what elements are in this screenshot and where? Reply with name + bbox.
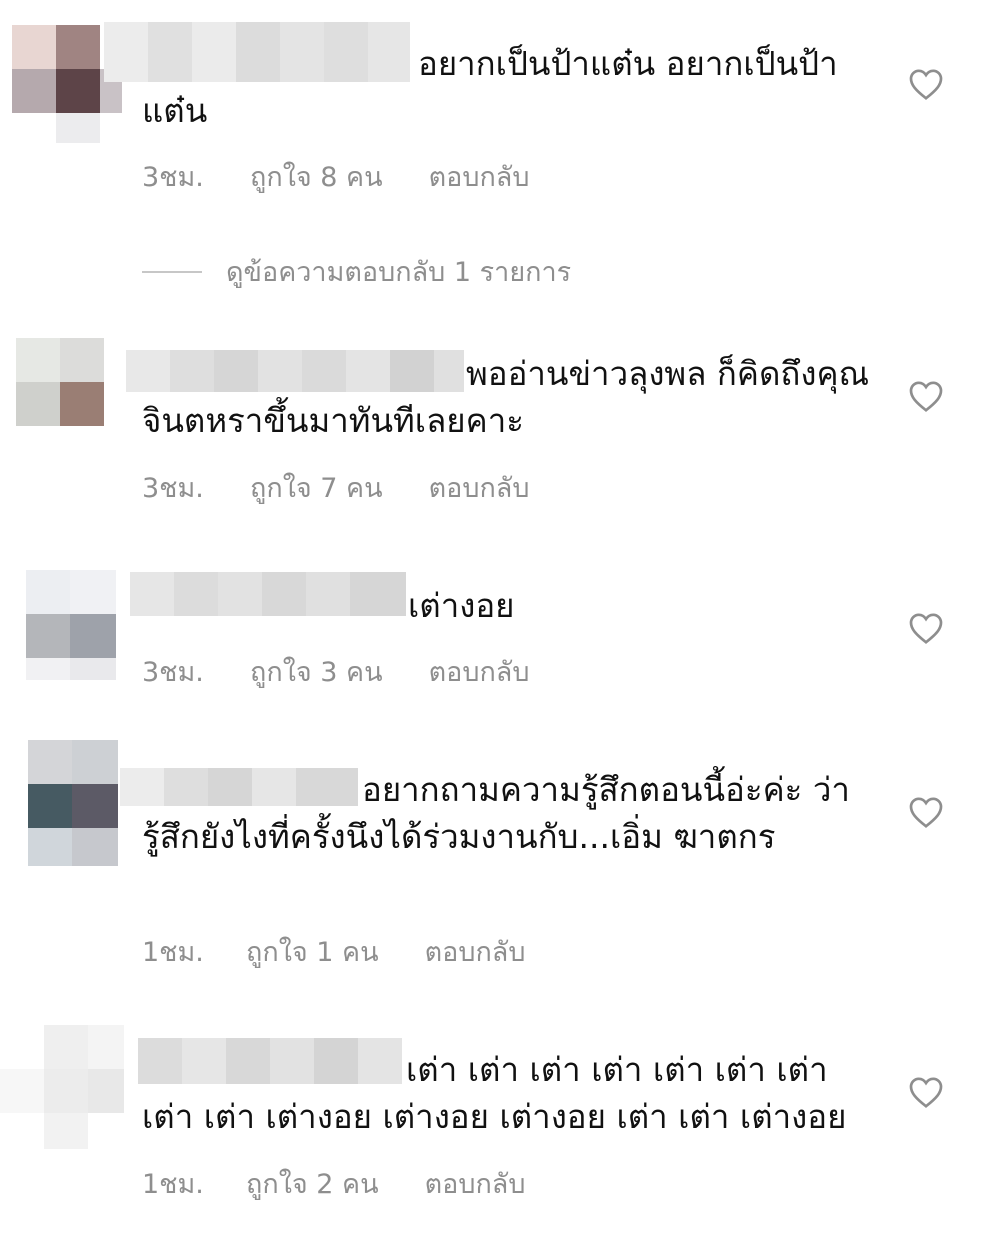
heart-icon[interactable] <box>908 1075 944 1109</box>
comment-time: 3ชม. <box>142 473 204 504</box>
view-replies-link[interactable]: ดูข้อความตอบกลับ 1 รายการ <box>142 250 571 293</box>
comment-text: อยากถามความรู้สึกตอนนี้อ่ะค่ะ ว่ารู้สึกย… <box>142 770 850 856</box>
avatar[interactable] <box>26 570 116 680</box>
comment-text: เต่างอย <box>408 586 515 625</box>
comment-time: 1ชม. <box>142 1169 204 1200</box>
comment-likes[interactable]: ถูกใจ 1 คน <box>246 930 379 973</box>
comment-likes[interactable]: ถูกใจ 7 คน <box>250 466 383 509</box>
comment-text: พออ่านข่าวลุงพล ก็คิดถึงคุณจินตหราขึ้นมา… <box>142 354 870 440</box>
comment-likes[interactable]: ถูกใจ 2 คน <box>246 1162 379 1205</box>
comment-text: เต่า เต่า เต่า เต่า เต่า เต่า เต่า เต่า … <box>142 1050 847 1136</box>
comment-meta: 3ชม. ถูกใจ 3 คน ตอบกลับ <box>142 650 529 693</box>
comment-time: 3ชม. <box>142 162 204 193</box>
avatar[interactable] <box>16 338 104 426</box>
comment-time: 1ชม. <box>142 937 204 968</box>
reply-button[interactable]: ตอบกลับ <box>429 650 530 693</box>
comment-meta: 3ชม. ถูกใจ 8 คน ตอบกลับ <box>142 155 529 198</box>
comment-likes[interactable]: ถูกใจ 3 คน <box>250 650 383 693</box>
reply-button[interactable]: ตอบกลับ <box>425 1162 526 1205</box>
heart-icon[interactable] <box>908 795 944 829</box>
comment-meta: 1ชม. ถูกใจ 2 คน ตอบกลับ <box>142 1162 525 1205</box>
reply-button[interactable]: ตอบกลับ <box>429 155 530 198</box>
reply-button[interactable]: ตอบกลับ <box>429 466 530 509</box>
avatar[interactable] <box>28 740 118 866</box>
view-replies-label[interactable]: ดูข้อความตอบกลับ 1 รายการ <box>226 250 571 293</box>
comment-meta: 1ชม. ถูกใจ 1 คน ตอบกลับ <box>142 930 525 973</box>
heart-icon[interactable] <box>908 67 944 101</box>
heart-icon[interactable] <box>908 611 944 645</box>
avatar[interactable] <box>0 1025 124 1149</box>
comment-likes[interactable]: ถูกใจ 8 คน <box>250 155 383 198</box>
divider-line <box>142 270 202 273</box>
comment-meta: 3ชม. ถูกใจ 7 คน ตอบกลับ <box>142 466 529 509</box>
comment-time: 3ชม. <box>142 657 204 688</box>
comment-text: อยากเป็นป้าแต๋น อยากเป็นป้าแต๋น <box>142 44 838 130</box>
heart-icon[interactable] <box>908 379 944 413</box>
reply-button[interactable]: ตอบกลับ <box>425 930 526 973</box>
